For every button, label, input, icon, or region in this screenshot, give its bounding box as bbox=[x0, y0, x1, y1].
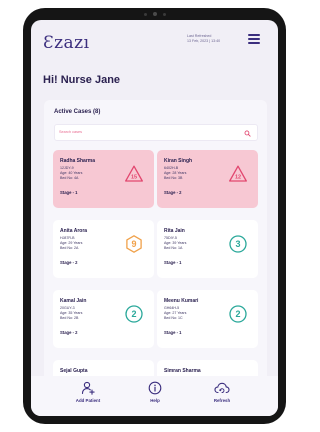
patient-stage: Stage - 1 bbox=[164, 260, 182, 265]
patient-name: Meenu Kumari bbox=[164, 298, 199, 304]
app-screen: Ɛzazı Last Refreshed 13 Feb, 2023 | 13:4… bbox=[31, 20, 278, 416]
patient-details: 20GUY-3 Age: 35 Years Bed No: 2B bbox=[60, 306, 82, 322]
patient-details: 6402H-B Age: 28 Years Bed No: 3B bbox=[164, 166, 186, 182]
active-cases-panel: Active Cases (8) Radha Sharma 12JDY-9Age:… bbox=[44, 100, 267, 416]
risk-score: 15 bbox=[131, 175, 137, 181]
triangle-score-icon: 12 bbox=[229, 165, 247, 182]
search-box bbox=[54, 124, 258, 141]
patient-card[interactable]: Kiran Singh 6402H-B Age: 28 Years Bed No: 3… bbox=[157, 150, 258, 208]
patient-bed: Bed No: 2B bbox=[60, 316, 79, 321]
top-bar: Ɛzazı Last Refreshed 13 Feb, 2023 | 13:4… bbox=[31, 20, 278, 60]
hexagon-score-icon: 9 bbox=[126, 235, 142, 253]
cloud-refresh-icon bbox=[214, 382, 230, 394]
patient-stage: Stage - 1 bbox=[60, 190, 78, 195]
bottom-nav: Add Patient Help Refresh bbox=[31, 376, 278, 416]
patient-name: Kamal Jain bbox=[60, 298, 87, 304]
patient-name: Simran Sharma bbox=[164, 368, 201, 374]
risk-score: 9 bbox=[131, 239, 136, 249]
greeting-heading: Hi! Nurse Jane bbox=[43, 74, 121, 86]
search-input[interactable] bbox=[59, 130, 239, 134]
add-user-icon bbox=[81, 381, 95, 395]
patient-card[interactable]: Anita Arora HJ87R-B Age: 29 Years Bed No: 2… bbox=[53, 220, 154, 278]
risk-score: 2 bbox=[235, 309, 240, 319]
refresh-button[interactable]: Refresh bbox=[197, 381, 247, 403]
patient-card[interactable]: Kamal Jain 20GUY-3 Age: 35 Years Bed No: 2B… bbox=[53, 290, 154, 348]
patient-card[interactable]: Radha Sharma 12JDY-9 Age: 40 Years Bed No: … bbox=[53, 150, 154, 208]
patient-bed: Bed No: 2A bbox=[60, 246, 79, 251]
patient-details: GH64H-5 Age: 27 Years Bed No: 1C bbox=[164, 306, 186, 322]
patient-card[interactable]: Meenu Kumari GH64H-5 Age: 27 Years Bed No: … bbox=[157, 290, 258, 348]
patient-bed: Bed No: 4A bbox=[60, 176, 79, 181]
circle-score-icon: 3 bbox=[229, 235, 247, 253]
patient-details: HJ87R-B Age: 29 Years Bed No: 2A bbox=[60, 236, 82, 252]
search-icon[interactable] bbox=[244, 130, 251, 137]
camera-dots bbox=[143, 12, 166, 16]
patient-name: Kiran Singh bbox=[164, 158, 193, 164]
circle-score-icon: 2 bbox=[125, 305, 143, 323]
last-refreshed-info: Last Refreshed 13 Feb, 2023 | 13:40 bbox=[187, 34, 243, 44]
triangle-score-icon: 15 bbox=[125, 165, 143, 182]
patient-bed: Bed No: 1C bbox=[164, 316, 183, 321]
add-patient-label: Add Patient bbox=[75, 398, 101, 403]
hamburger-menu-icon[interactable] bbox=[248, 34, 260, 44]
help-label: Help bbox=[150, 398, 160, 403]
patient-details: 12JDY-9 Age: 40 Years Bed No: 4A bbox=[60, 166, 82, 182]
patient-card[interactable]: Rita Jain 75DIY-5 Age: 39 Years Bed No: 1A S… bbox=[157, 220, 258, 278]
info-icon bbox=[148, 381, 162, 395]
patient-details: 75DIY-5 Age: 39 Years Bed No: 1A bbox=[164, 236, 186, 252]
patient-name: Radha Sharma bbox=[60, 158, 96, 164]
last-refreshed-value: 13 Feb, 2023 | 13:40 bbox=[187, 39, 221, 43]
patient-name: Rita Jain bbox=[164, 228, 185, 234]
tablet-frame: Ɛzazı Last Refreshed 13 Feb, 2023 | 13:4… bbox=[23, 8, 286, 424]
circle-score-icon: 2 bbox=[229, 305, 247, 323]
patient-stage: Stage - 2 bbox=[60, 330, 78, 335]
patient-name: Sejal Gupta bbox=[60, 368, 88, 374]
patient-stage: Stage - 1 bbox=[164, 330, 182, 335]
active-cases-title: Active Cases (8) bbox=[54, 109, 101, 115]
risk-score: 12 bbox=[235, 175, 241, 181]
help-button[interactable]: Help bbox=[130, 381, 180, 403]
risk-score: 3 bbox=[235, 239, 240, 249]
patient-bed: Bed No: 1A bbox=[164, 246, 183, 251]
refresh-label: Refresh bbox=[213, 398, 231, 403]
patient-stage: Stage - 2 bbox=[60, 260, 78, 265]
app-logo: Ɛzazı bbox=[43, 33, 90, 53]
patient-stage: Stage - 2 bbox=[164, 190, 182, 195]
add-patient-button[interactable]: Add Patient bbox=[63, 381, 113, 403]
patient-name: Anita Arora bbox=[60, 228, 88, 234]
patient-bed: Bed No: 3B bbox=[164, 176, 183, 181]
risk-score: 2 bbox=[131, 309, 136, 319]
